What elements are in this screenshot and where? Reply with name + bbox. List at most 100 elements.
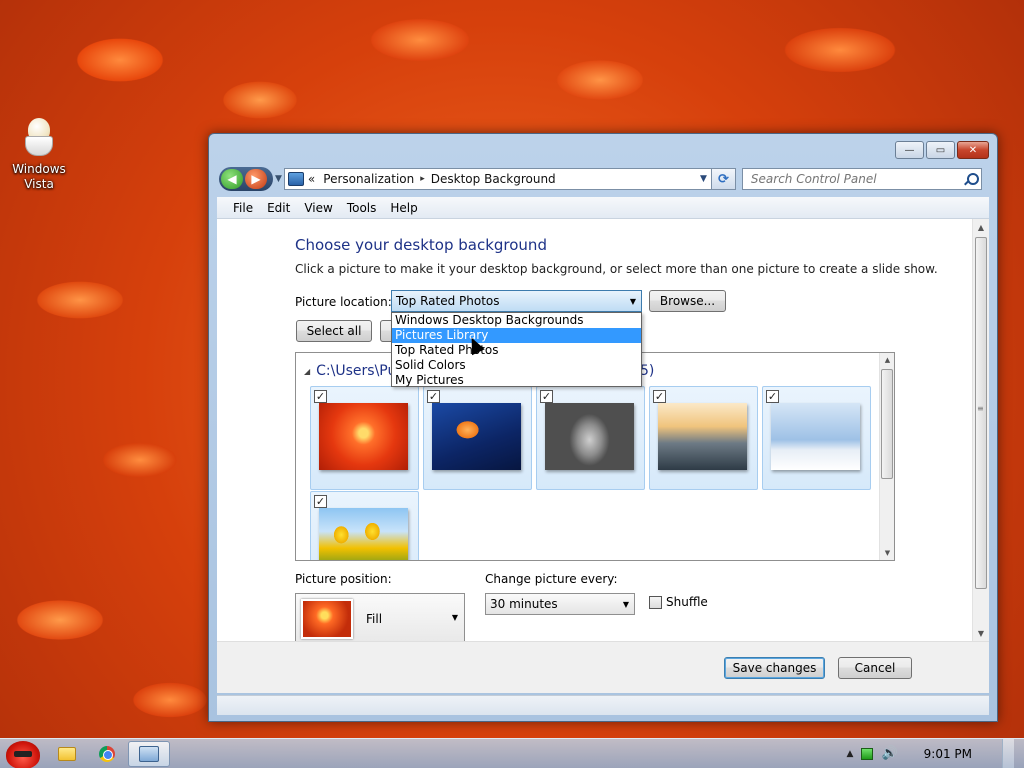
taskbar-chrome-button[interactable] [88, 741, 126, 767]
maximize-button[interactable]: ▭ [926, 141, 955, 159]
status-bar [217, 695, 989, 715]
browse-button[interactable]: Browse... [649, 290, 726, 312]
content-pane: Choose your desktop background Click a p… [217, 219, 989, 641]
picture-tile-lighthouse[interactable]: ✓ [649, 386, 758, 490]
menu-view[interactable]: View [297, 199, 339, 217]
show-desktop-button[interactable] [1002, 738, 1014, 768]
picture-tile-tulips[interactable]: ✓ [310, 491, 419, 560]
folder-icon [58, 746, 76, 761]
dropdown-option-top-rated-photos[interactable]: Top Rated Photos [392, 343, 641, 358]
tulips-photo [319, 508, 408, 560]
picture-location-combobox[interactable]: Top Rated Photos ▼ [391, 290, 642, 312]
scroll-grip-icon: ≡ [977, 404, 984, 413]
taskbar-explorer-button[interactable] [48, 741, 86, 767]
shuffle-checkbox[interactable] [649, 595, 662, 609]
chrome-icon [99, 745, 115, 762]
chevron-down-icon: ▼ [622, 599, 629, 609]
scroll-thumb[interactable] [881, 369, 893, 479]
position-preview-thumbnail [301, 599, 353, 639]
navigation-bar: ◀ ▶ ▼ « Personalization ▸ Desktop Backgr… [219, 166, 989, 192]
start-button[interactable] [0, 739, 46, 768]
group-path: C:\Users\Pu [316, 363, 397, 379]
chevron-down-icon: ▼ [629, 296, 636, 306]
control-panel-icon [139, 745, 159, 762]
forward-button[interactable]: ▶ [245, 169, 267, 189]
picture-location-value: Top Rated Photos [396, 294, 500, 308]
shuffle-option[interactable]: Shuffle [649, 595, 708, 609]
nav-arrows: ◀ ▶ [219, 167, 273, 191]
content-scrollbar[interactable]: ▲ ≡ ▼ [972, 219, 989, 641]
picture-location-dropdown-list: Windows Desktop Backgrounds Pictures Lib… [391, 312, 642, 387]
menu-edit[interactable]: Edit [260, 199, 297, 217]
picture-tile-koala[interactable]: ✓ [536, 386, 645, 490]
interval-value: 30 minutes [490, 597, 558, 611]
show-hidden-icons-icon[interactable]: ▲ [847, 749, 854, 759]
desktop-icon-label: Windows Vista [12, 162, 66, 191]
picture-tile-jellyfish[interactable]: ✓ [423, 386, 532, 490]
back-button[interactable]: ◀ [221, 169, 243, 189]
picture-tile-dahlia[interactable]: ✓ [310, 386, 419, 490]
chevron-down-icon: ▼ [451, 613, 458, 622]
collapse-triangle-icon[interactable]: ◢ [304, 367, 310, 376]
koala-photo [545, 403, 634, 470]
picture-checkbox[interactable]: ✓ [540, 390, 553, 403]
picture-checkbox[interactable]: ✓ [427, 390, 440, 403]
system-tray: ▲ 🔊 9:01 PM [847, 738, 1024, 768]
picture-position-value: Fill [366, 612, 383, 626]
gallery-group-header[interactable]: ◢ C:\Users\Pu 5) [304, 363, 654, 379]
group-count: 5) [640, 363, 655, 379]
select-all-button[interactable]: Select all [296, 320, 372, 342]
scroll-thumb[interactable] [975, 237, 987, 589]
dialog-footer: Save changes Cancel [217, 641, 989, 693]
scroll-down-icon[interactable]: ▼ [880, 546, 894, 560]
search-box[interactable] [741, 168, 982, 190]
desktop-background-window: — ▭ ✕ ◀ ▶ ▼ « Personalization ▸ Desktop … [208, 133, 998, 722]
search-icon[interactable] [964, 172, 979, 186]
window-controls: — ▭ ✕ [895, 141, 989, 159]
picture-tile-penguins[interactable]: ✓ [762, 386, 871, 490]
clock[interactable]: 9:01 PM [924, 747, 972, 761]
menu-file[interactable]: File [226, 199, 260, 217]
menu-bar: File Edit View Tools Help [217, 197, 989, 219]
egg-cup-icon [22, 118, 56, 158]
gallery-scrollbar[interactable]: ▲ ▼ [879, 353, 894, 560]
dropdown-option-my-pictures[interactable]: My Pictures [392, 373, 641, 388]
angry-bird-start-icon [6, 740, 40, 768]
menu-help[interactable]: Help [383, 199, 424, 217]
taskbar: ▲ 🔊 9:01 PM [0, 738, 1024, 768]
shuffle-label: Shuffle [666, 595, 708, 609]
address-overflow-chevron[interactable]: « [308, 172, 315, 186]
scroll-up-icon[interactable]: ▲ [973, 219, 989, 235]
minimize-button[interactable]: — [895, 141, 924, 159]
dropdown-option-pictures-library[interactable]: Pictures Library [392, 328, 641, 343]
picture-position-dropdown[interactable]: Fill ▼ [295, 593, 465, 641]
picture-checkbox[interactable]: ✓ [314, 495, 327, 508]
taskbar-control-panel-button[interactable] [128, 740, 170, 767]
network-status-icon[interactable] [861, 747, 874, 760]
breadcrumb-separator-icon[interactable]: ▸ [420, 174, 425, 184]
menu-tools[interactable]: Tools [340, 199, 384, 217]
scroll-up-icon[interactable]: ▲ [880, 353, 894, 367]
desktop-icon-windows-vista[interactable]: Windows Vista [8, 118, 70, 192]
change-interval-dropdown[interactable]: 30 minutes ▼ [485, 593, 635, 615]
close-button[interactable]: ✕ [957, 141, 989, 159]
address-dropdown-icon[interactable]: ▼ [700, 174, 707, 184]
scroll-down-icon[interactable]: ▼ [973, 625, 989, 641]
recent-pages-dropdown-icon[interactable]: ▼ [275, 174, 282, 184]
penguins-photo [771, 403, 860, 470]
picture-checkbox[interactable]: ✓ [653, 390, 666, 403]
breadcrumb-desktop-background[interactable]: Desktop Background [431, 172, 556, 186]
dropdown-option-windows-desktop-backgrounds[interactable]: Windows Desktop Backgrounds [392, 313, 641, 328]
refresh-button[interactable]: ⟳ [711, 168, 736, 190]
picture-location-label: Picture location: [295, 295, 392, 309]
address-bar[interactable]: « Personalization ▸ Desktop Background ▼ [283, 168, 712, 190]
search-input[interactable] [750, 172, 951, 186]
breadcrumb-personalization[interactable]: Personalization [323, 172, 414, 186]
cancel-button[interactable]: Cancel [838, 657, 912, 679]
picture-checkbox[interactable]: ✓ [766, 390, 779, 403]
save-changes-button[interactable]: Save changes [724, 657, 825, 679]
picture-checkbox[interactable]: ✓ [314, 390, 327, 403]
lighthouse-photo [658, 403, 747, 470]
volume-icon[interactable]: 🔊 [881, 746, 897, 761]
dropdown-option-solid-colors[interactable]: Solid Colors [392, 358, 641, 373]
